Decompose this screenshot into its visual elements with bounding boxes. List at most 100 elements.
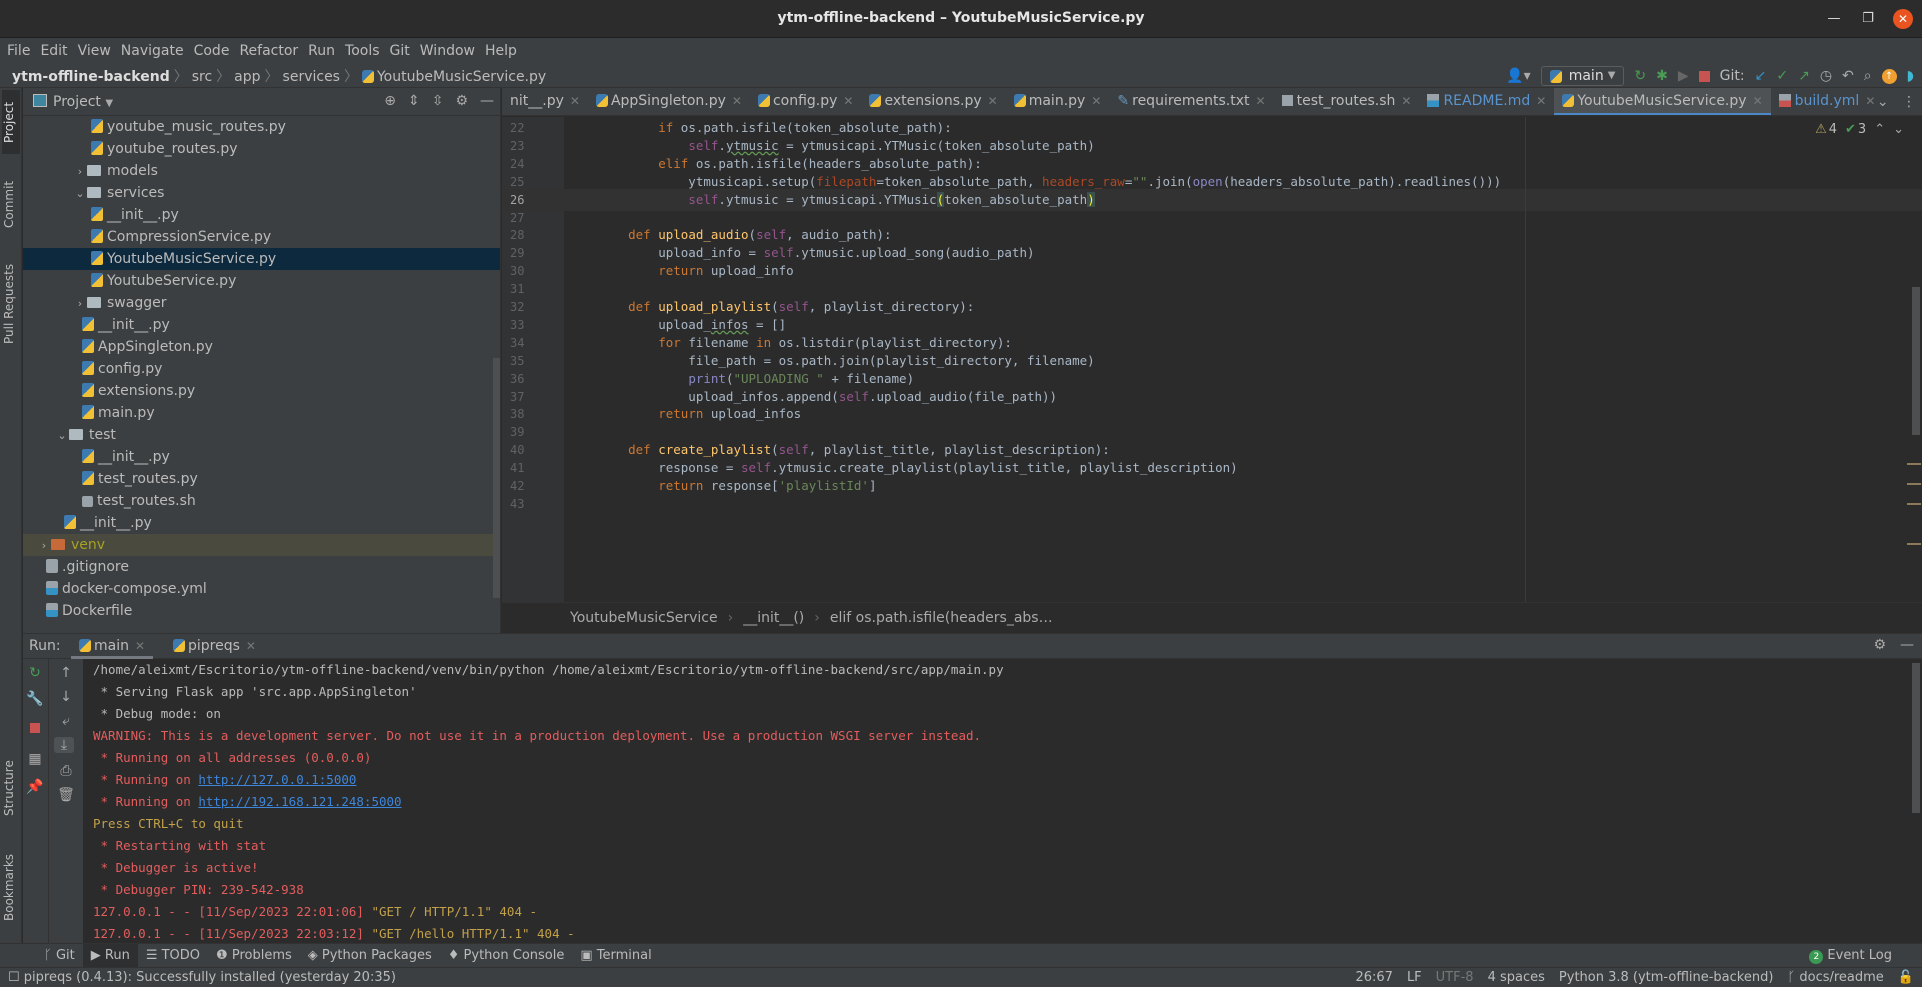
warnings-count[interactable]: 4 xyxy=(1815,122,1837,137)
editor-tab[interactable]: ✎ requirements.txt ✕ xyxy=(1109,88,1273,115)
menu-edit[interactable]: Edit xyxy=(35,40,72,62)
bottom-tab-python-console[interactable]: ♦ Python Console xyxy=(440,944,573,967)
tree-item[interactable]: › models xyxy=(23,160,500,182)
next-highlight-icon[interactable]: ⌄ xyxy=(1893,122,1904,137)
project-view-selector[interactable]: Project ▼ xyxy=(33,94,113,110)
run-console-output[interactable]: /home/aleixmt/Escritorio/ytm-offline-bac… xyxy=(83,659,1912,943)
editor-tab[interactable]: config.py ✕ xyxy=(750,88,862,115)
more-options-icon[interactable]: ⋮ xyxy=(1902,94,1916,110)
hide-run-panel-icon[interactable]: — xyxy=(1900,637,1914,653)
editor-breadcrumb-statement[interactable]: elif os.path.isfile(headers_abs… xyxy=(830,610,1053,626)
prev-highlight-icon[interactable]: ⌃ xyxy=(1874,122,1885,137)
git-branch[interactable]: ᚴ docs/readme xyxy=(1787,968,1883,987)
close-tab-icon[interactable]: ✕ xyxy=(843,94,853,108)
code-line[interactable]: 43 xyxy=(502,493,1922,515)
error-stripe-mark[interactable] xyxy=(1907,543,1921,545)
run-config-selector[interactable]: main ▼ xyxy=(1540,66,1625,86)
menu-refactor[interactable]: Refactor xyxy=(234,40,303,62)
jetbrains-logo-icon[interactable]: ◗ xyxy=(1907,68,1914,84)
tree-item[interactable]: test_routes.sh xyxy=(23,490,500,512)
bottom-tab-run[interactable]: ▶ Run xyxy=(82,944,138,967)
rollback-icon[interactable]: ↶ xyxy=(1842,68,1854,84)
breadcrumb-services[interactable]: services xyxy=(283,69,340,85)
editor-tab[interactable]: build.yml ✕ xyxy=(1771,88,1884,115)
console-link[interactable]: http://192.168.121.248:5000 xyxy=(198,794,401,809)
breadcrumb-src[interactable]: src xyxy=(192,69,212,85)
scroll-down-icon[interactable]: ↓ xyxy=(56,689,76,705)
caret-position[interactable]: 26:67 xyxy=(1355,968,1392,987)
inspection-widget[interactable]: 4 3 ⌃ ⌄ xyxy=(1815,122,1904,137)
tree-item[interactable]: test_routes.py xyxy=(23,468,500,490)
menu-navigate[interactable]: Navigate xyxy=(116,40,189,62)
tool-window-pull-requests[interactable]: Pull Requests xyxy=(2,254,20,354)
tool-window-commit[interactable]: Commit xyxy=(2,174,20,234)
bottom-tab-git[interactable]: ᚴ Git xyxy=(36,944,83,967)
editor-tab[interactable]: extensions.py ✕ xyxy=(861,88,1005,115)
close-tab-icon[interactable]: ✕ xyxy=(988,94,998,108)
tree-item[interactable]: main.py xyxy=(23,402,500,424)
run-tab-pipreqs[interactable]: pipreqs ✕ xyxy=(165,634,264,659)
status-message[interactable]: ☐ pipreqs (0.4.13): Successfully install… xyxy=(8,968,396,987)
tool-window-project[interactable]: Project xyxy=(2,90,20,154)
file-encoding[interactable]: UTF-8 xyxy=(1436,968,1474,987)
editor-tab[interactable]: test_routes.sh ✕ xyxy=(1274,88,1420,115)
tree-item[interactable]: CompressionService.py xyxy=(23,226,500,248)
error-stripe-mark[interactable] xyxy=(1907,463,1921,465)
tree-item[interactable]: AppSingleton.py xyxy=(23,336,500,358)
project-scrollbar[interactable] xyxy=(493,358,500,598)
error-stripe-mark[interactable] xyxy=(1907,503,1921,505)
breadcrumb-file[interactable]: YoutubeMusicService.py xyxy=(377,69,546,85)
tree-item[interactable]: ⌄ services xyxy=(23,182,500,204)
layout-icon[interactable]: ▦ xyxy=(25,751,45,767)
run-tab-main[interactable]: main ✕ xyxy=(71,634,154,659)
menu-code[interactable]: Code xyxy=(189,40,235,62)
clear-all-trash-icon[interactable]: 🗑 xyxy=(56,787,76,803)
line-separator[interactable]: LF xyxy=(1407,968,1422,987)
soft-wrap-icon[interactable]: ⤶ xyxy=(56,713,76,729)
tree-item[interactable]: __init__.py xyxy=(23,512,500,534)
bottom-tab-problems[interactable]: ❶ Problems xyxy=(208,944,300,967)
close-tab-icon[interactable]: ✕ xyxy=(1536,94,1546,108)
menu-file[interactable]: File xyxy=(2,40,35,62)
modify-config-icon[interactable]: 🔧 xyxy=(25,691,45,707)
settings-gear-icon[interactable]: ⚙ xyxy=(455,93,468,109)
print-icon[interactable]: ⎙ xyxy=(56,763,76,779)
indent-setting[interactable]: 4 spaces xyxy=(1488,968,1545,987)
menu-window[interactable]: Window xyxy=(415,40,480,62)
git-update-icon[interactable]: ↙ xyxy=(1755,68,1767,84)
editor-tab[interactable]: main.py ✕ xyxy=(1006,88,1110,115)
editor-breadcrumb-class[interactable]: YoutubeMusicService xyxy=(570,610,718,626)
editor-breadcrumb-method[interactable]: __init__() xyxy=(743,610,804,626)
debug-icon[interactable]: ✱ xyxy=(1656,68,1668,84)
close-tab-icon[interactable]: ✕ xyxy=(1401,94,1411,108)
tool-window-bookmarks[interactable]: Bookmarks xyxy=(2,840,20,935)
scroll-to-end-icon[interactable]: ⤓ xyxy=(54,737,74,753)
close-tab-icon[interactable]: ✕ xyxy=(135,639,145,653)
locate-icon[interactable]: ⊕ xyxy=(384,93,396,109)
console-scrollbar[interactable] xyxy=(1912,663,1920,813)
close-tab-icon[interactable]: ✕ xyxy=(1753,94,1763,108)
tree-item[interactable]: .gitignore xyxy=(23,556,500,578)
rerun-icon[interactable]: ↻ xyxy=(25,665,45,681)
tree-item[interactable]: __init__.py xyxy=(23,204,500,226)
minimize-button[interactable]: — xyxy=(1824,9,1844,29)
tree-item[interactable]: YoutubeMusicService.py xyxy=(23,248,500,270)
tree-item[interactable]: YoutubeService.py xyxy=(23,270,500,292)
close-tab-icon[interactable]: ✕ xyxy=(246,639,256,653)
breadcrumb-app[interactable]: app xyxy=(234,69,260,85)
code-editor[interactable]: 22 if os.path.isfile(token_absolute_path… xyxy=(502,117,1922,602)
chevron-right-icon[interactable]: › xyxy=(73,293,87,315)
editor-tab[interactable]: nit__.py ✕ xyxy=(502,88,588,115)
panel-toggle-icon[interactable]: ☐ xyxy=(8,970,24,985)
tree-item[interactable]: youtube_routes.py xyxy=(23,138,500,160)
line-number[interactable]: 43 xyxy=(502,493,542,515)
close-tab-icon[interactable]: ✕ xyxy=(1091,94,1101,108)
bottom-tab-python-packages[interactable]: ◈ Python Packages xyxy=(300,944,440,967)
close-window-button[interactable]: ✕ xyxy=(1893,9,1913,29)
editor-tab[interactable]: AppSingleton.py ✕ xyxy=(588,88,750,115)
close-tab-icon[interactable]: ✕ xyxy=(732,94,742,108)
chevron-right-icon[interactable]: › xyxy=(37,535,51,557)
maximize-button[interactable]: ❐ xyxy=(1858,9,1878,29)
bottom-tab-terminal[interactable]: ▣ Terminal xyxy=(572,944,659,967)
breadcrumb-project[interactable]: ytm-offline-backend xyxy=(12,69,170,85)
